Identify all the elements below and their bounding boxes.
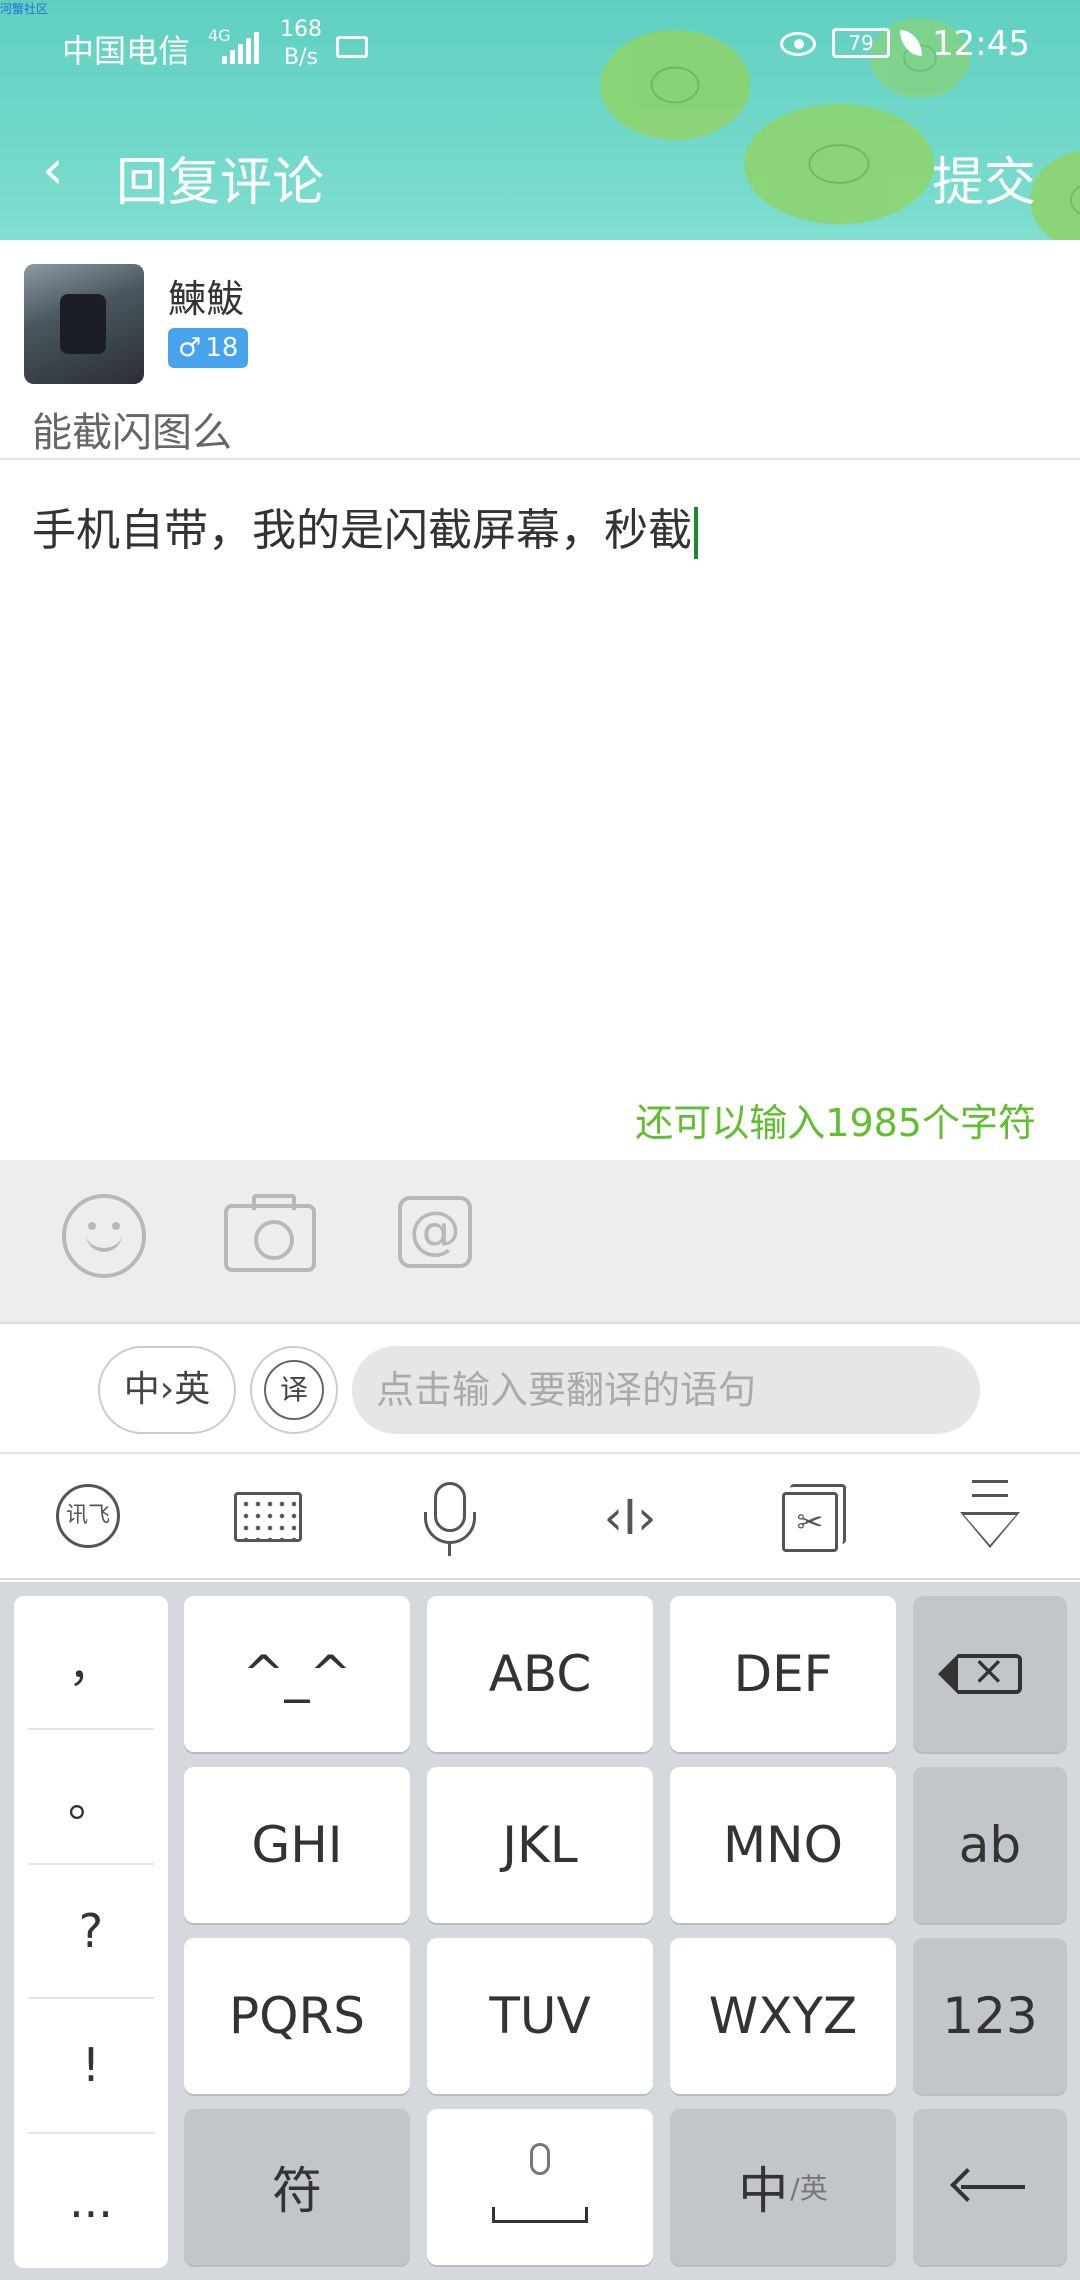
space-icon — [492, 2207, 588, 2223]
key-def[interactable]: DEF — [670, 1596, 896, 1752]
text-cursor — [694, 507, 698, 559]
submit-button[interactable]: 提交 — [932, 140, 1036, 215]
reply-text: 手机自带，我的是闪截屏幕，秒截 — [32, 505, 692, 556]
age-label: 18 — [205, 333, 239, 363]
attachment-bar: @ — [0, 1160, 1080, 1324]
clock: 12:45 — [932, 24, 1030, 64]
avatar[interactable] — [24, 264, 144, 384]
key-comma[interactable]: ， — [28, 1596, 154, 1731]
smile-icon[interactable] — [62, 1194, 146, 1278]
punctuation-column: ， 。 ? ! ... — [14, 1596, 168, 2268]
speed-unit: B/s — [284, 45, 318, 70]
translate-bar: 中›英 译 点击输入要翻译的语句 — [0, 1326, 1080, 1454]
leaf-icon — [900, 30, 922, 56]
enter-icon — [955, 2167, 1025, 2207]
speed-value: 168 — [280, 17, 322, 42]
translate-input[interactable]: 点击输入要翻译的语句 — [352, 1346, 980, 1434]
backspace-button[interactable] — [913, 1596, 1067, 1752]
lang-sub-label: /英 — [790, 2172, 828, 2205]
page-title: 回复评论 — [116, 153, 325, 213]
lang-switch-button[interactable]: 中/英 — [670, 2109, 896, 2265]
lang-main-label: 中 — [738, 2162, 789, 2220]
key-period[interactable]: 。 — [28, 1730, 154, 1865]
key-wxyz[interactable]: WXYZ — [670, 1938, 896, 2094]
reply-input[interactable]: 手机自带，我的是闪截屏幕，秒截 — [32, 494, 698, 559]
gender-age-badge: ♂ 18 — [168, 328, 249, 368]
at-icon[interactable]: @ — [398, 1196, 472, 1268]
title-bar: ‹ 回复评论 提交 — [0, 120, 1080, 220]
key-pqrs[interactable]: PQRS — [184, 1938, 410, 2094]
app-header: 河蟹社区 中国电信 4G 168 B/s 79 12:45 ‹ 回复评论 提交 — [0, 0, 1080, 240]
username[interactable]: 鰊鮁 — [168, 268, 244, 323]
cursor-move-icon[interactable]: ‹I› — [590, 1478, 670, 1558]
key-exclaim[interactable]: ! — [28, 1999, 154, 2134]
network-speed: 168 B/s — [280, 16, 322, 72]
keyboard-toolbar: 讯飞 ‹I› ✂ — [0, 1456, 1080, 1580]
xunfei-icon[interactable]: 讯飞 — [50, 1478, 130, 1558]
enter-button[interactable] — [913, 2109, 1067, 2265]
clipboard-icon[interactable]: ✂ — [770, 1478, 850, 1558]
backspace-icon — [938, 1648, 1022, 1694]
translate-button[interactable]: 译 — [250, 1346, 338, 1434]
key-abc[interactable]: ABC — [427, 1596, 653, 1752]
hide-keyboard-icon[interactable] — [950, 1478, 1030, 1558]
char-counter: 还可以输入1985个字符 — [635, 1101, 1036, 1145]
signal-icon — [222, 30, 259, 64]
key-ghi[interactable]: GHI — [184, 1767, 410, 1923]
key-question[interactable]: ? — [28, 1865, 154, 2000]
key-ellipsis[interactable]: ... — [28, 2134, 154, 2268]
translate-icon: 译 — [264, 1360, 324, 1420]
key-symbols[interactable]: 符 — [184, 2109, 410, 2265]
camera-icon[interactable] — [224, 1194, 316, 1272]
microphone-icon[interactable] — [410, 1478, 490, 1558]
battery-icon: 79 — [832, 28, 890, 58]
male-icon: ♂ — [178, 333, 202, 363]
key-123-mode[interactable]: 123 — [913, 1938, 1067, 2094]
key-jkl[interactable]: JKL — [427, 1767, 653, 1923]
microphone-icon — [530, 2143, 550, 2175]
keyboard: ， 。 ? ! ... ^_^ ABC DEF GHI JKL MNO ab P… — [0, 1582, 1080, 2280]
original-comment-text: 能截闪图么 — [32, 410, 232, 456]
key-emoticon[interactable]: ^_^ — [184, 1596, 410, 1752]
chevron-left-icon[interactable]: ‹ — [42, 142, 92, 198]
eye-icon — [780, 32, 816, 56]
key-ab-mode[interactable]: ab — [913, 1767, 1067, 1923]
lang-direction-button[interactable]: 中›英 — [98, 1346, 236, 1434]
status-bar: 中国电信 4G 168 B/s 79 12:45 — [0, 0, 1080, 96]
space-button[interactable] — [427, 2109, 653, 2265]
original-comment: 鰊鮁 ♂ 18 能截闪图么 — [0, 240, 1080, 460]
message-icon — [336, 36, 368, 58]
carrier-label: 中国电信 — [62, 32, 191, 70]
keyboard-icon[interactable] — [228, 1478, 308, 1558]
key-tuv[interactable]: TUV — [427, 1938, 653, 2094]
key-mno[interactable]: MNO — [670, 1767, 896, 1923]
